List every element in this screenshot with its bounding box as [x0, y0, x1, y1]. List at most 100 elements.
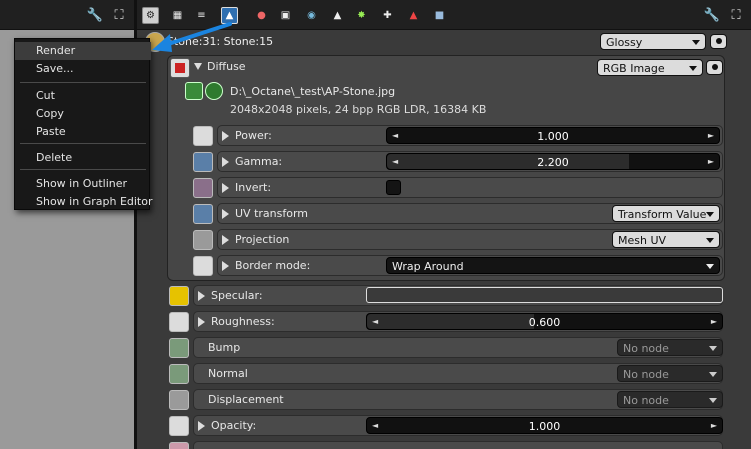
value-slider[interactable]: ◄ 2.200 ► [386, 153, 720, 170]
invert-checkbox[interactable] [386, 180, 401, 195]
expand-triangle-icon[interactable] [222, 183, 229, 193]
node-link-dropdown[interactable]: No node [617, 339, 723, 356]
render-menu-item[interactable]: Render [15, 42, 151, 60]
menu-separator [20, 143, 146, 144]
diffuse-node-icon[interactable] [170, 58, 190, 78]
chevron-down-icon [709, 398, 717, 403]
chevron-down-icon [706, 212, 714, 217]
image-file-path: D:\_Octane\_test\AP-Stone.jpg [230, 85, 396, 98]
delete-menu-item[interactable]: Delete [15, 149, 151, 167]
camera-icon[interactable]: ● [253, 7, 270, 24]
row-label: Roughness: [211, 315, 275, 328]
menu-separator [20, 169, 146, 170]
show-in-graph-editor-menu-item[interactable]: Show in Graph Editor [15, 193, 153, 211]
cube-icon[interactable]: ■ [431, 7, 448, 24]
save-menu-item[interactable]: Save... [15, 60, 151, 78]
normal-node-icon[interactable] [169, 364, 189, 384]
image-icon[interactable]: ▲ [329, 7, 346, 24]
row-label: UV transform [235, 207, 308, 220]
context-menu: Render Save... Cut Copy Paste Delete Show in O… [14, 38, 153, 211]
menu-separator [20, 82, 146, 83]
slider-value: 1.000 [528, 420, 561, 433]
increment-arrow-icon[interactable]: ► [711, 421, 717, 430]
expand-triangle-icon[interactable] [222, 157, 229, 167]
show-in-outliner-menu-item[interactable]: Show in Outliner [15, 175, 151, 193]
slider-value: 0.600 [528, 316, 561, 329]
chevron-down-icon [709, 346, 717, 351]
bump-node-icon[interactable] [169, 338, 189, 358]
value-slider[interactable]: ◄ 0.600 ► [366, 313, 723, 330]
row-label: Gamma: [235, 155, 283, 168]
projection-node-icon[interactable] [193, 230, 213, 250]
expand-triangle-icon[interactable] [222, 131, 229, 141]
copy-menu-item[interactable]: Copy [15, 105, 151, 123]
opacity-node-icon[interactable] [169, 416, 189, 436]
light-icon[interactable]: ✸ [353, 7, 370, 24]
expand-triangle-icon[interactable] [222, 235, 229, 245]
specular-color-swatch[interactable] [366, 287, 723, 303]
uv-transform-node-icon[interactable] [193, 204, 213, 224]
monitor-icon[interactable]: ▣ [277, 7, 294, 24]
increment-arrow-icon[interactable]: ► [711, 317, 717, 326]
fullscreen-icon[interactable]: ⛶ [110, 6, 128, 24]
diffuse-row: Invert: [217, 177, 723, 198]
wrench-icon[interactable]: 🔧 [703, 6, 721, 24]
world-icon[interactable]: ◉ [303, 7, 320, 24]
toggle-icon[interactable]: ▲ [405, 7, 422, 24]
row-label: Specular: [211, 289, 263, 302]
next-node-icon[interactable] [169, 442, 189, 449]
reload-icon[interactable] [205, 82, 223, 100]
row-label: Displacement [208, 393, 284, 406]
chevron-down-icon [709, 372, 717, 377]
visibility-toggle[interactable] [710, 34, 727, 49]
cut-menu-item[interactable]: Cut [15, 87, 151, 105]
node-link-dropdown[interactable]: No node [617, 365, 723, 382]
value-slider[interactable]: ◄ 1.000 ► [366, 417, 723, 434]
chevron-down-icon [706, 264, 714, 269]
ray-icon[interactable]: ✚ [379, 7, 396, 24]
expand-triangle-icon[interactable] [198, 421, 205, 431]
collapse-triangle[interactable] [194, 63, 202, 70]
load-image-icon[interactable] [185, 82, 203, 100]
fullscreen-icon[interactable]: ⛶ [727, 6, 745, 24]
expand-triangle-icon[interactable] [198, 291, 205, 301]
value-slider[interactable]: ◄ 1.000 ► [386, 127, 720, 144]
gamma-node-icon[interactable] [193, 152, 213, 172]
slider-value: 1.000 [537, 130, 569, 143]
border-mode-dropdown[interactable]: Wrap Around [386, 257, 720, 274]
row-label: Bump [208, 341, 241, 354]
material-editor: Stone:31: Stone:15 Glossy Diffuse RGB Im… [137, 30, 751, 449]
diffuse-label: Diffuse [207, 60, 246, 73]
param-row [193, 441, 723, 449]
displacement-node-icon[interactable] [169, 390, 189, 410]
material-type-dropdown[interactable]: Glossy [600, 33, 706, 50]
row-label: Invert: [235, 181, 272, 194]
node-link-dropdown[interactable]: No node [617, 391, 723, 408]
border-mode-node-icon[interactable] [193, 256, 213, 276]
projection-dropdown[interactable]: Mesh UV [612, 231, 720, 248]
wrench-icon[interactable]: 🔧 [86, 6, 104, 24]
row-label: Power: [235, 129, 272, 142]
row-label: Opacity: [211, 419, 257, 432]
increment-arrow-icon[interactable]: ► [708, 131, 714, 140]
expand-triangle-icon[interactable] [198, 317, 205, 327]
row-label: Projection [235, 233, 290, 246]
increment-arrow-icon[interactable]: ► [708, 157, 714, 166]
chevron-down-icon [706, 238, 714, 243]
expand-triangle-icon[interactable] [222, 209, 229, 219]
image-file-info: 2048x2048 pixels, 24 bpp RGB LDR, 16384 … [230, 103, 487, 116]
expand-triangle-icon[interactable] [222, 261, 229, 271]
row-label: Normal [208, 367, 248, 380]
uv-transform-dropdown[interactable]: Transform Value [612, 205, 720, 222]
annotation-arrow [152, 22, 232, 52]
power-node-icon[interactable] [193, 126, 213, 146]
diffuse-visibility-toggle[interactable] [706, 60, 723, 75]
specular-node-icon[interactable] [169, 286, 189, 306]
invert-node-icon[interactable] [193, 178, 213, 198]
slider-value: 2.200 [537, 156, 569, 169]
row-label: Border mode: [235, 259, 311, 272]
left-header: 🔧 ⛶ [0, 0, 134, 30]
diffuse-type-dropdown[interactable]: RGB Image [597, 59, 703, 76]
paste-menu-item[interactable]: Paste [15, 123, 151, 141]
roughness-node-icon[interactable] [169, 312, 189, 332]
